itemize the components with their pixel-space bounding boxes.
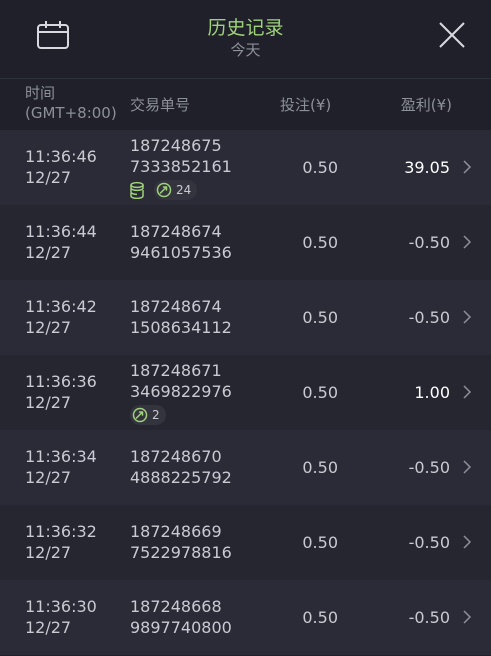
row-time: 11:36:36 12/27 bbox=[25, 371, 125, 413]
row-bet: 0.50 bbox=[302, 533, 338, 552]
close-icon[interactable] bbox=[437, 20, 467, 50]
row-profit: 1.00 bbox=[414, 383, 450, 402]
row-time-clock: 11:36:42 bbox=[25, 297, 97, 316]
table-row[interactable]: 11:36:30 12/27 187248668 9897740800 0.50… bbox=[0, 580, 491, 655]
history-panel: 历史记录 今天 时间 (GMT+8:00) 交易单号 投注(¥) 盈利(¥) 1… bbox=[0, 0, 491, 656]
row-time-clock: 11:36:34 bbox=[25, 447, 97, 466]
chevron-right-icon bbox=[463, 235, 472, 249]
row-bet: 0.50 bbox=[302, 158, 338, 177]
row-trade-id-line1: 187248675 bbox=[130, 136, 222, 155]
table-row[interactable]: 11:36:44 12/27 187248674 9461057536 0.50… bbox=[0, 205, 491, 280]
row-time-clock: 11:36:44 bbox=[25, 222, 97, 241]
column-header-time-label: 时间 bbox=[25, 84, 56, 102]
row-trade-id-line2: 7333852161 bbox=[130, 157, 232, 176]
row-time-clock: 11:36:46 bbox=[25, 147, 97, 166]
page-title: 历史记录 bbox=[207, 17, 284, 39]
table-row[interactable]: 11:36:36 12/27 187248671 3469822976 2 0.… bbox=[0, 355, 491, 430]
row-bet: 0.50 bbox=[302, 308, 338, 327]
row-time-date: 12/27 bbox=[25, 168, 72, 187]
free-spin-count: 2 bbox=[152, 408, 160, 422]
row-time: 11:36:44 12/27 bbox=[25, 221, 125, 263]
column-header-trade-id: 交易单号 bbox=[130, 96, 191, 114]
spin-icon bbox=[132, 407, 148, 423]
table-row[interactable]: 11:36:32 12/27 187248669 7522978816 0.50… bbox=[0, 505, 491, 580]
row-time-clock: 11:36:30 bbox=[25, 597, 97, 616]
row-trade-id-line2: 9897740800 bbox=[130, 618, 232, 637]
row-trade-id-line1: 187248668 bbox=[130, 597, 222, 616]
row-trade-id-line1: 187248671 bbox=[130, 361, 222, 380]
row-time-date: 12/27 bbox=[25, 393, 72, 412]
row-time-date: 12/27 bbox=[25, 318, 72, 337]
row-profit: 39.05 bbox=[404, 158, 450, 177]
row-trade-id: 187248668 9897740800 bbox=[130, 596, 260, 638]
row-profit: -0.50 bbox=[408, 308, 450, 327]
row-bet: 0.50 bbox=[302, 608, 338, 627]
free-spin-count: 24 bbox=[176, 183, 192, 197]
row-trade-id: 187248670 4888225792 bbox=[130, 446, 260, 488]
row-time-date: 12/27 bbox=[25, 618, 72, 637]
row-trade-id-line1: 187248669 bbox=[130, 522, 222, 541]
row-time: 11:36:46 12/27 bbox=[25, 146, 125, 188]
chevron-right-icon bbox=[463, 535, 472, 549]
row-trade-id-line1: 187248674 bbox=[130, 297, 222, 316]
free-spin-badge: 2 bbox=[130, 405, 166, 425]
column-header-time: 时间 (GMT+8:00) bbox=[25, 83, 135, 123]
row-trade-id-line1: 187248674 bbox=[130, 222, 222, 241]
chevron-right-icon bbox=[463, 460, 472, 474]
header: 历史记录 今天 bbox=[0, 0, 491, 78]
row-trade-id: 187248669 7522978816 bbox=[130, 521, 260, 563]
chevron-right-icon bbox=[463, 160, 472, 174]
chevron-right-icon bbox=[463, 310, 472, 324]
row-trade-id-line2: 7522978816 bbox=[130, 543, 232, 562]
row-time: 11:36:32 12/27 bbox=[25, 521, 125, 563]
row-time-clock: 11:36:36 bbox=[25, 372, 97, 391]
free-spin-badge: 24 bbox=[154, 180, 198, 200]
row-bet: 0.50 bbox=[302, 233, 338, 252]
row-profit: -0.50 bbox=[408, 233, 450, 252]
column-header-bet: 投注(¥) bbox=[280, 96, 332, 114]
row-bet: 0.50 bbox=[302, 383, 338, 402]
row-time: 11:36:34 12/27 bbox=[25, 446, 125, 488]
table-row[interactable]: 11:36:34 12/27 187248670 4888225792 0.50… bbox=[0, 430, 491, 505]
row-trade-id: 187248674 1508634112 bbox=[130, 296, 260, 338]
row-trade-id: 187248674 9461057536 bbox=[130, 221, 260, 263]
row-trade-id: 187248671 3469822976 bbox=[130, 360, 260, 402]
chevron-right-icon bbox=[463, 385, 472, 399]
row-trade-id-line2: 4888225792 bbox=[130, 468, 232, 487]
table-row[interactable]: 11:36:42 12/27 187248674 1508634112 0.50… bbox=[0, 280, 491, 355]
row-badges: 2 bbox=[130, 405, 166, 425]
column-headers: 时间 (GMT+8:00) 交易单号 投注(¥) 盈利(¥) bbox=[0, 78, 491, 131]
row-badges: 24 bbox=[130, 180, 198, 200]
row-trade-id-line2: 3469822976 bbox=[130, 382, 232, 401]
page-subtitle: 今天 bbox=[230, 41, 261, 59]
row-bet: 0.50 bbox=[302, 458, 338, 477]
row-time-date: 12/27 bbox=[25, 468, 72, 487]
row-trade-id: 187248675 7333852161 bbox=[130, 135, 260, 177]
row-profit: -0.50 bbox=[408, 458, 450, 477]
row-trade-id-line1: 187248670 bbox=[130, 447, 222, 466]
row-profit: -0.50 bbox=[408, 608, 450, 627]
spin-icon bbox=[156, 182, 172, 198]
column-header-timezone: (GMT+8:00) bbox=[25, 104, 117, 122]
coins-icon bbox=[130, 181, 144, 199]
row-time-clock: 11:36:32 bbox=[25, 522, 97, 541]
row-profit: -0.50 bbox=[408, 533, 450, 552]
table-row[interactable]: 11:36:46 12/27 187248675 7333852161 24 0… bbox=[0, 130, 491, 205]
row-trade-id-line2: 1508634112 bbox=[130, 318, 232, 337]
history-list: 11:36:46 12/27 187248675 7333852161 24 0… bbox=[0, 130, 491, 655]
chevron-right-icon bbox=[463, 610, 472, 624]
row-time: 11:36:42 12/27 bbox=[25, 296, 125, 338]
row-time-date: 12/27 bbox=[25, 543, 72, 562]
row-time: 11:36:30 12/27 bbox=[25, 596, 125, 638]
row-trade-id-line2: 9461057536 bbox=[130, 243, 232, 262]
column-header-profit: 盈利(¥) bbox=[400, 96, 452, 114]
row-time-date: 12/27 bbox=[25, 243, 72, 262]
